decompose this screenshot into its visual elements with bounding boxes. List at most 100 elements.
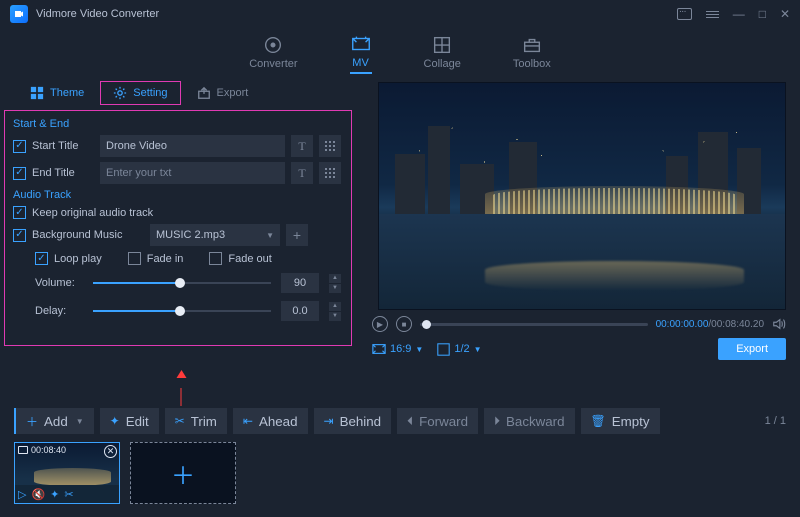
seek-bar[interactable]	[420, 323, 648, 326]
chevron-down-icon: ▼	[474, 345, 482, 354]
subtab-theme[interactable]: Theme	[18, 82, 96, 104]
delay-stepper[interactable]: ▲▼	[329, 302, 341, 321]
forward-button[interactable]: ⏴Forward	[397, 408, 478, 434]
aspect-ratio-select[interactable]: 16:9 ▼	[372, 343, 423, 355]
text-style-button[interactable]: T	[291, 135, 313, 157]
add-button[interactable]: ＋Add▼	[14, 408, 94, 434]
player-bar: ▶ ■ 00:00:00.00/00:08:40.20	[366, 316, 786, 332]
section-start-end: Start & End	[13, 118, 341, 130]
checkbox-end-title[interactable]	[13, 167, 26, 180]
keep-audio-label: Keep original audio track	[32, 207, 153, 219]
clip-duration: 00:08:40	[18, 445, 66, 455]
app-logo	[10, 5, 28, 23]
tab-toolbox-label: Toolbox	[513, 58, 551, 70]
preview-controls: 16:9 ▼ 1/2 ▼ Export	[366, 338, 786, 360]
empty-button[interactable]: 🗑Empty	[581, 408, 660, 434]
edit-button[interactable]: ✦Edit	[100, 408, 159, 434]
checkbox-bgm[interactable]	[13, 229, 26, 242]
remove-clip-button[interactable]: ✕	[104, 445, 117, 458]
play-icon[interactable]: ▷	[18, 488, 26, 501]
clip-thumbnail[interactable]: 00:08:40 ✕ ▷ 🔇 ✦ ✂	[14, 442, 120, 504]
tab-mv-label: MV	[352, 57, 369, 69]
start-title-input[interactable]	[100, 135, 285, 157]
section-audio-track: Audio Track	[13, 189, 341, 201]
tab-converter[interactable]: Converter	[249, 34, 297, 73]
scissors-icon: ✂	[175, 414, 185, 428]
settings-panel: Theme Setting Export Start & End Start T…	[0, 78, 362, 378]
mute-icon[interactable]: 🔇	[31, 488, 45, 501]
minimize-icon[interactable]: —	[733, 7, 745, 21]
tab-toolbox[interactable]: Toolbox	[513, 34, 551, 73]
position-grid-button[interactable]	[319, 135, 341, 157]
checkbox-fadeout[interactable]	[209, 252, 222, 265]
trim-button[interactable]: ✂Trim	[165, 408, 227, 434]
callout-arrow-icon	[181, 388, 182, 406]
ahead-button[interactable]: ⇤Ahead	[233, 408, 308, 434]
behind-icon: ⇥	[324, 414, 334, 428]
fadein-label: Fade in	[147, 253, 184, 265]
add-clip-placeholder[interactable]: ＋	[130, 442, 236, 504]
bottom-toolbar: ＋Add▼ ✦Edit ✂Trim ⇤Ahead ⇥Behind ⏴Forwar…	[0, 400, 800, 434]
aspect-value: 16:9	[390, 343, 411, 355]
bgm-dropdown[interactable]: MUSIC 2.mp3 ▼	[150, 224, 280, 246]
end-title-label: End Title	[32, 167, 94, 179]
text-style-button[interactable]: T	[291, 162, 313, 184]
zoom-value: 1/2	[454, 343, 469, 355]
checkbox-keep-audio[interactable]	[13, 206, 26, 219]
zoom-select[interactable]: 1/2 ▼	[437, 343, 481, 356]
film-icon	[18, 446, 28, 454]
close-icon[interactable]: ✕	[780, 7, 790, 21]
ahead-icon: ⇤	[243, 414, 253, 428]
delay-slider[interactable]	[93, 304, 271, 318]
tab-collage[interactable]: Collage	[424, 34, 461, 73]
sub-tabs: Theme Setting Export	[0, 78, 362, 108]
volume-label: Volume:	[35, 277, 83, 289]
trim-icon[interactable]: ✂	[64, 488, 73, 501]
tab-collage-label: Collage	[424, 58, 461, 70]
pager: 1 / 1	[765, 415, 786, 427]
video-preview[interactable]	[378, 82, 786, 310]
subtab-export[interactable]: Export	[185, 82, 261, 104]
collage-icon	[431, 34, 453, 56]
bgm-value: MUSIC 2.mp3	[156, 229, 225, 241]
effects-icon[interactable]: ✦	[50, 488, 59, 501]
subtab-export-label: Export	[217, 87, 249, 99]
delay-label: Delay:	[35, 305, 83, 317]
theme-icon	[30, 86, 44, 100]
checkbox-loop[interactable]	[35, 252, 48, 265]
titlebar: Vidmore Video Converter — □ ✕	[0, 0, 800, 28]
chevron-down-icon: ▼	[415, 345, 423, 354]
main-tabs: Converter MV Collage Toolbox	[0, 28, 800, 78]
maximize-icon[interactable]: □	[759, 7, 766, 21]
tab-mv[interactable]: MV	[350, 33, 372, 74]
checkbox-fadein[interactable]	[128, 252, 141, 265]
subtab-theme-label: Theme	[50, 87, 84, 99]
subtab-setting[interactable]: Setting	[100, 81, 180, 105]
chevron-down-icon: ▼	[266, 231, 274, 240]
gear-icon	[113, 86, 127, 100]
volume-stepper[interactable]: ▲▼	[329, 274, 341, 293]
delay-value: 0.0	[281, 301, 319, 321]
volume-value: 90	[281, 273, 319, 293]
volume-icon[interactable]	[772, 317, 786, 331]
position-grid-button[interactable]	[319, 162, 341, 184]
forward-icon: ⏴	[407, 414, 413, 429]
plus-icon: ＋	[26, 413, 38, 430]
stop-button[interactable]: ■	[396, 316, 412, 332]
end-title-input[interactable]	[100, 162, 285, 184]
loop-label: Loop play	[54, 253, 102, 265]
trash-icon: 🗑	[591, 414, 606, 428]
volume-slider[interactable]	[93, 276, 271, 290]
add-bgm-button[interactable]: +	[286, 224, 308, 246]
checkbox-start-title[interactable]	[13, 140, 26, 153]
menu-icon[interactable]	[706, 11, 719, 18]
timecode: 00:00:00.00/00:08:40.20	[656, 319, 764, 330]
play-button[interactable]: ▶	[372, 316, 388, 332]
behind-button[interactable]: ⇥Behind	[314, 408, 392, 434]
fadeout-label: Fade out	[228, 253, 271, 265]
toolbox-icon	[521, 34, 543, 56]
backward-button[interactable]: ⏵Backward	[484, 408, 575, 434]
feedback-icon[interactable]	[677, 8, 692, 20]
export-button[interactable]: Export	[718, 338, 786, 360]
timeline-thumbnails: 00:08:40 ✕ ▷ 🔇 ✦ ✂ ＋	[0, 434, 800, 512]
